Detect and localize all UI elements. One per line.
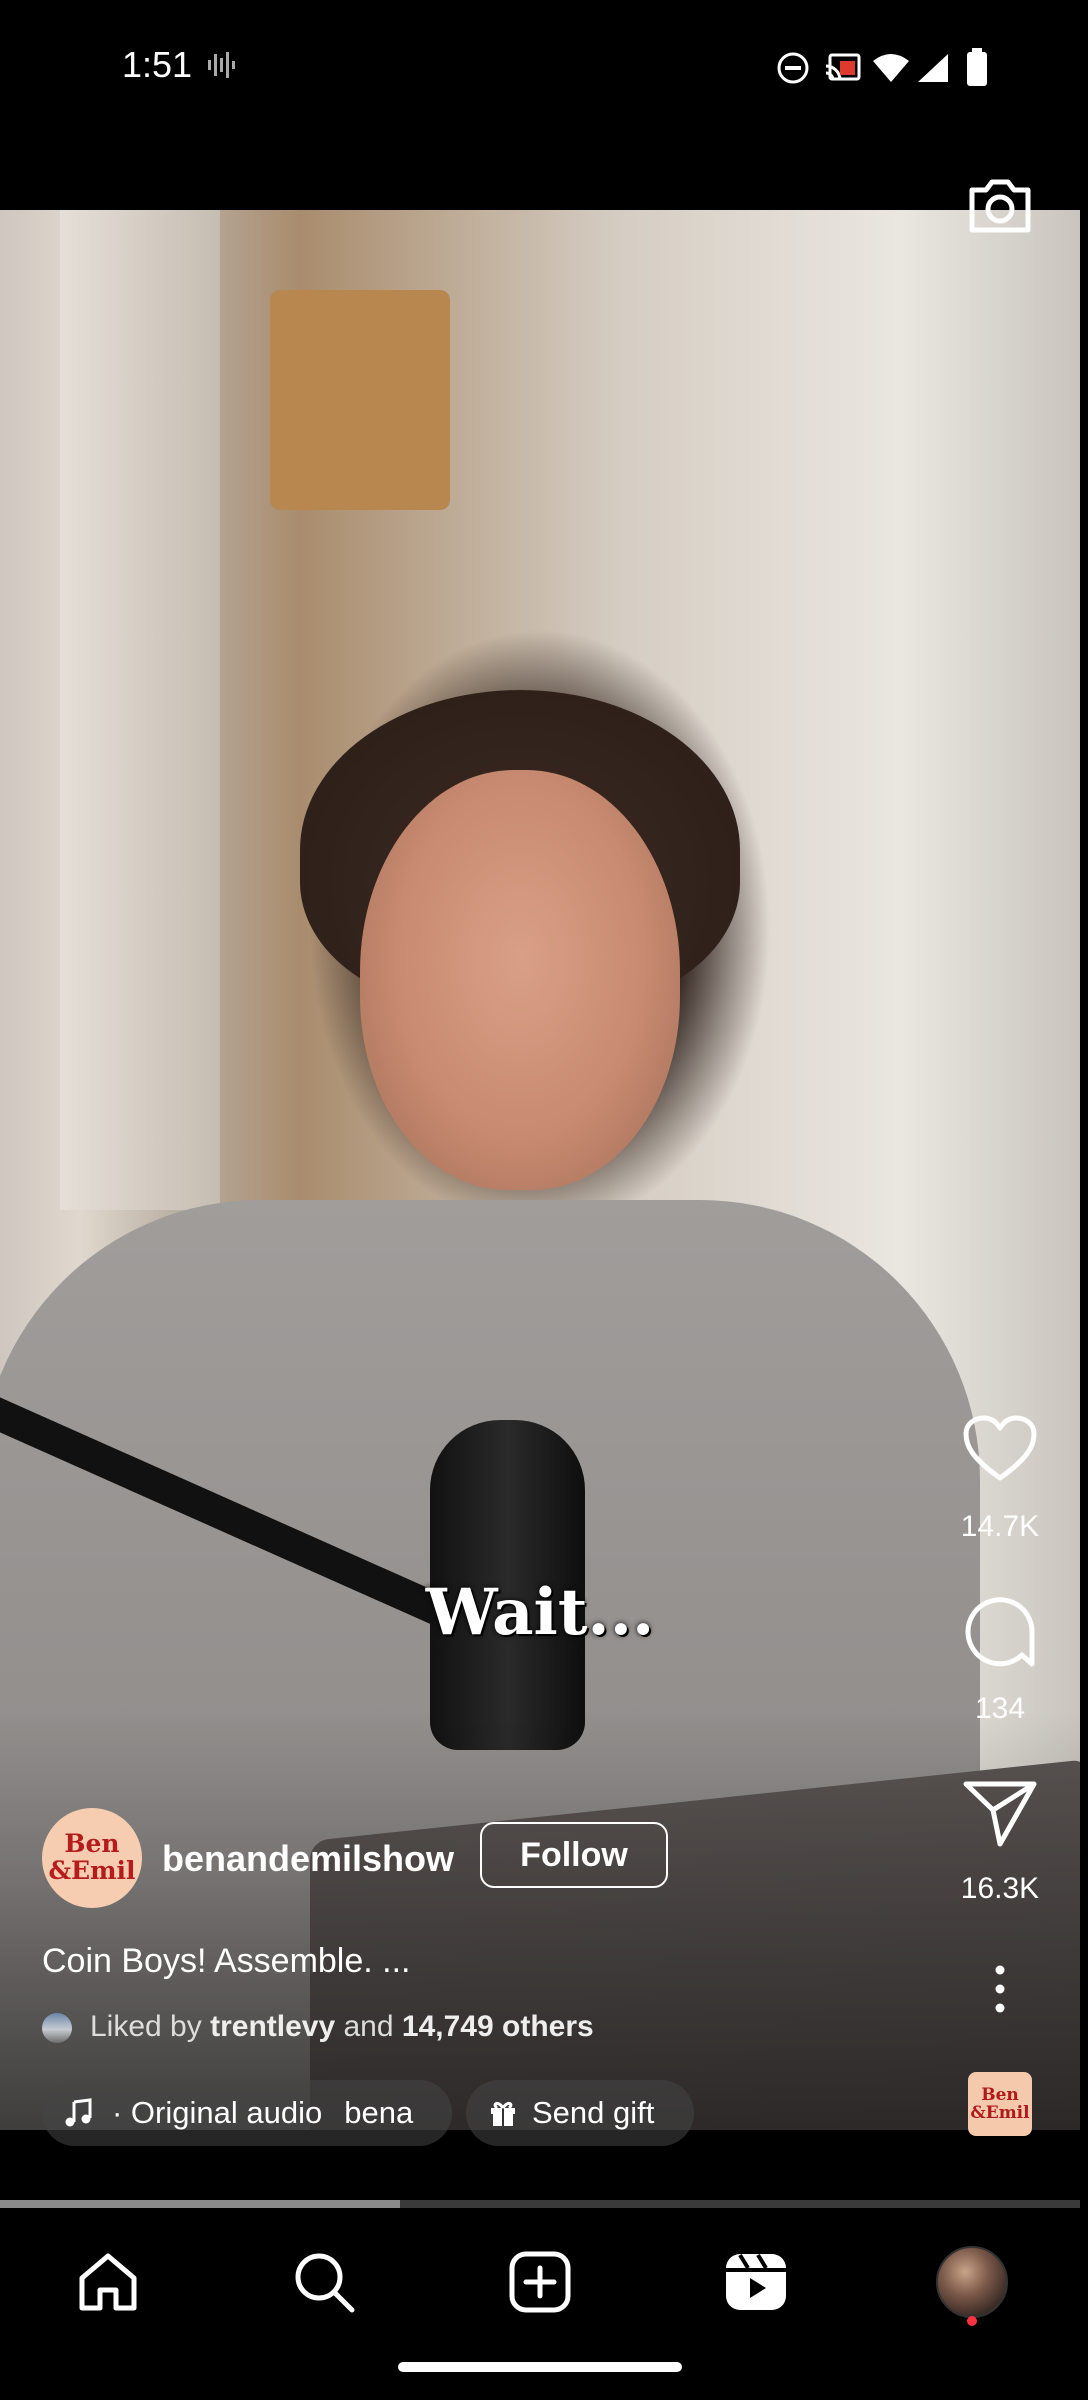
audio-scrolling-name: bena [344, 2095, 414, 2130]
do-not-disturb-icon [777, 52, 809, 84]
like-count: 14.7K [960, 1510, 1040, 1543]
voicemail-icon [208, 52, 235, 78]
post-caption[interactable]: Coin Boys! Assemble. ... [42, 1942, 411, 1981]
audio-thumbnail[interactable]: Ben &Emil [968, 2072, 1032, 2136]
signal-icon [918, 54, 948, 82]
video-progress-fill [0, 2200, 400, 2208]
video-caption-overlay: Wait... [425, 1575, 655, 1650]
comment-count: 134 [974, 1692, 1026, 1725]
send-gift-pill[interactable]: Send gift [466, 2080, 694, 2146]
author-avatar[interactable]: Ben &Emil [42, 1808, 142, 1908]
lamp-shade [270, 290, 450, 510]
camera-icon[interactable] [964, 168, 1036, 240]
gift-icon [491, 2101, 515, 2126]
comment-icon[interactable] [962, 1594, 1038, 1670]
music-note-icon [65, 2098, 92, 2127]
liked-others[interactable]: 14,749 others [402, 2010, 594, 2043]
home-icon [79, 2253, 137, 2311]
person-face [360, 770, 680, 1190]
gesture-home-indicator [398, 2362, 682, 2372]
nav-home[interactable] [68, 2242, 148, 2322]
nav-create[interactable] [500, 2242, 580, 2322]
liked-by-row[interactable]: Liked by trentlevy and 14,749 others [42, 2010, 594, 2044]
original-audio-pill[interactable]: · Original audio bena [42, 2080, 452, 2146]
share-count: 16.3K [960, 1872, 1040, 1905]
like-heart-icon[interactable] [962, 1414, 1038, 1484]
author-username[interactable]: benandemilshow [162, 1838, 454, 1880]
more-options-icon[interactable] [982, 1962, 1018, 2016]
liked-user[interactable]: trentlevy [210, 2010, 335, 2043]
video-progress-bar[interactable] [0, 2200, 1080, 2208]
liked-and: and [343, 2010, 394, 2043]
wifi-icon [873, 54, 909, 82]
nav-search[interactable] [284, 2242, 364, 2322]
profile-avatar [936, 2246, 1008, 2318]
share-send-icon[interactable] [962, 1778, 1038, 1848]
doorframe [60, 210, 220, 1210]
search-icon [295, 2253, 355, 2313]
nav-profile[interactable] [932, 2242, 1012, 2322]
reels-icon [726, 2253, 786, 2310]
liked-prefix: Liked by [90, 2010, 202, 2043]
liked-user-avatar [42, 2013, 72, 2044]
cast-icon [825, 53, 861, 81]
create-icon [509, 2251, 571, 2313]
follow-button[interactable]: Follow [480, 1822, 668, 1888]
gift-label: Send gift [532, 2095, 655, 2130]
status-time: 1:51 [122, 44, 193, 85]
battery-icon [967, 48, 987, 86]
nav-reels[interactable] [716, 2242, 796, 2322]
status-bar: 1:51 [0, 0, 1088, 140]
audio-label: · Original audio [112, 2095, 323, 2130]
bottom-gradient [0, 1710, 1080, 2130]
profile-notification-dot [967, 2316, 977, 2326]
